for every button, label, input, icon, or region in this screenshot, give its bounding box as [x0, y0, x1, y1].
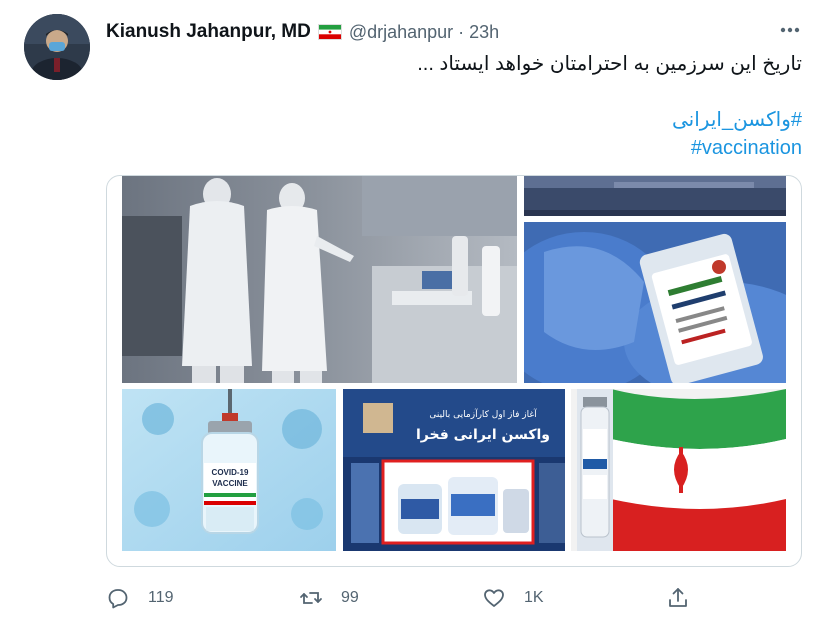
- banner-line-1: آغاز فاز اول کارآزمایی بالینی: [429, 408, 537, 420]
- tweet-card: Kianush Jahanpur, MD @drjahanpur · 23h ت…: [0, 0, 826, 644]
- iran-flag-vaccine-photo[interactable]: [571, 389, 786, 551]
- vial-label-line-1: COVID-19: [212, 468, 249, 477]
- more-icon: [780, 27, 800, 33]
- user-name[interactable]: Kianush Jahanpur, MD: [106, 21, 311, 43]
- vaccine-trial-launch-photo[interactable]: آغاز فاز اول کارآزمایی بالینی واکسن ایرا…: [343, 389, 565, 551]
- user-handle[interactable]: @drjahanpur: [349, 22, 453, 43]
- banner-line-2: واکسن ایرانی فخرا: [416, 427, 550, 443]
- lab-workers-photo[interactable]: [122, 176, 517, 383]
- share-button[interactable]: [666, 582, 690, 614]
- covid-vaccine-vial-photo[interactable]: COVID-19 VACCINE: [122, 389, 336, 551]
- avatar[interactable]: [24, 14, 90, 80]
- media-grid: COVID-19 VACCINE آغاز فاز اول کارآزمایی …: [106, 175, 802, 567]
- timestamp[interactable]: 23h: [469, 22, 499, 43]
- retweet-icon: [300, 592, 322, 604]
- covid-vaccine-bottle-photo[interactable]: [524, 222, 786, 383]
- hashtag-link-vaccination[interactable]: #vaccination: [106, 134, 802, 162]
- share-icon: [669, 588, 687, 607]
- retweet-count: 99: [341, 589, 359, 606]
- tweet-actions: 119 99 1K: [106, 582, 706, 614]
- vial-label-line-2: VACCINE: [212, 479, 248, 488]
- more-options-button[interactable]: [778, 20, 802, 40]
- heart-icon: [484, 589, 504, 607]
- tweet-text: تاریخ این سرزمین به احترامتان خواهد ایست…: [106, 50, 802, 162]
- tweet-body: تاریخ این سرزمین به احترامتان خواهد ایست…: [417, 53, 802, 75]
- retweet-button[interactable]: 99: [299, 582, 359, 614]
- like-button[interactable]: 1K: [482, 582, 544, 614]
- reply-count: 119: [148, 589, 174, 606]
- reply-icon: [108, 589, 128, 609]
- like-count: 1K: [524, 589, 544, 606]
- iran-flag-icon: [317, 24, 342, 40]
- reply-button[interactable]: 119: [106, 582, 174, 614]
- lab-equipment-photo[interactable]: [524, 176, 786, 216]
- tweet-header: Kianush Jahanpur, MD @drjahanpur · 23h: [106, 20, 499, 44]
- separator-dot: ·: [458, 21, 465, 42]
- hashtag-link-persian[interactable]: #واکسن_ایرانی: [106, 106, 802, 134]
